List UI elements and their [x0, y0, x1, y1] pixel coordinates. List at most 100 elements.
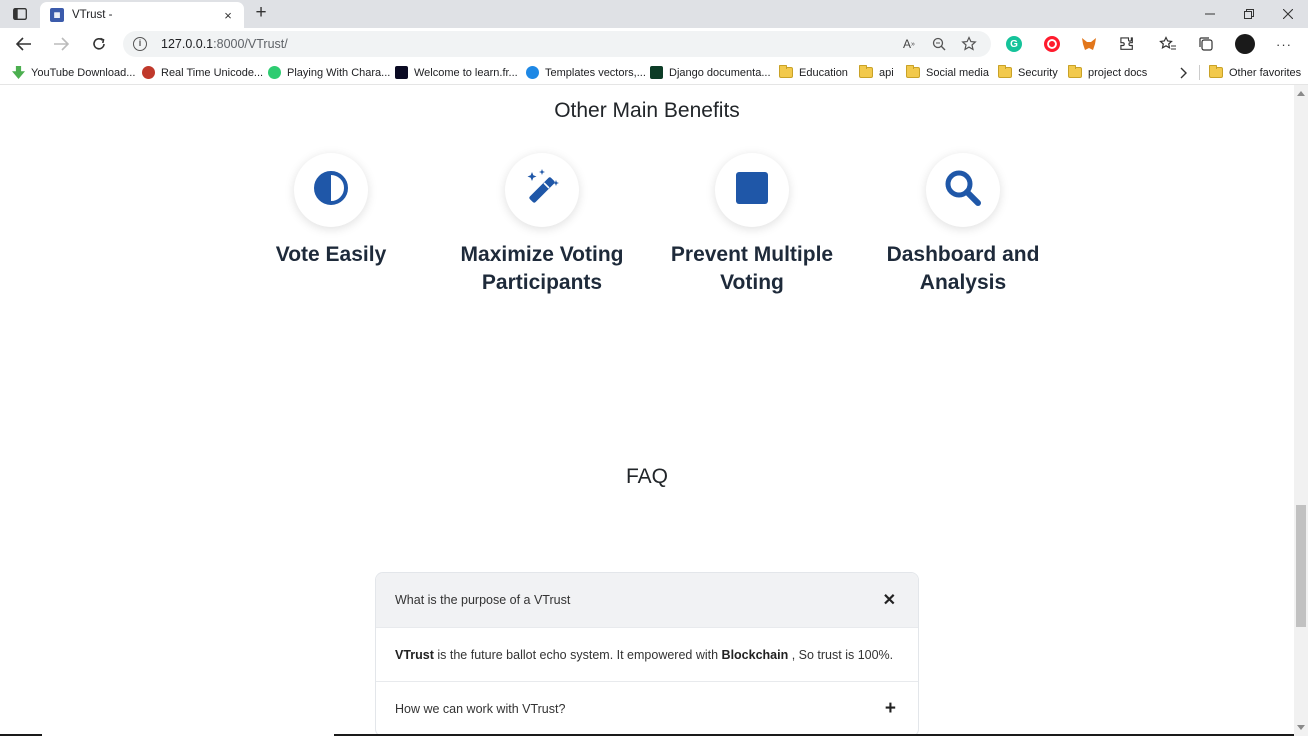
- bookmark-icon: [650, 66, 663, 79]
- scroll-down-icon[interactable]: [1297, 725, 1305, 730]
- faq-question[interactable]: How we can work with VTrust? +: [376, 682, 918, 736]
- url-host: 127.0.0.1: [161, 37, 214, 51]
- bookmark-icon: [142, 66, 155, 79]
- benefit-icon-circle: [715, 153, 789, 227]
- tab-actions-icon[interactable]: [8, 5, 32, 23]
- benefit-card: Vote Easily: [231, 153, 431, 269]
- zoom-icon[interactable]: [927, 34, 951, 54]
- faq-question-text: What is the purpose of a VTrust: [395, 593, 571, 607]
- bookmarks-divider: [1199, 65, 1200, 80]
- faq-question[interactable]: What is the purpose of a VTrust ✕: [376, 573, 918, 627]
- faq-question-text: How we can work with VTrust?: [395, 702, 566, 716]
- tab-title: VTrust -: [72, 9, 113, 21]
- bookmark-item[interactable]: Real Time Unicode...: [142, 64, 263, 81]
- benefit-label-line: Vote Easily: [275, 243, 387, 266]
- faq-answer-text: , So trust is 100%.: [788, 647, 894, 662]
- bookmark-folder[interactable]: Security: [998, 64, 1058, 81]
- benefit-icon-circle: [926, 153, 1000, 227]
- benefit-card: Maximize Voting Participants: [442, 153, 642, 297]
- window-close-icon[interactable]: [1268, 0, 1308, 28]
- faq-answer-strong: VTrust: [395, 647, 434, 662]
- half-circle-icon: [313, 170, 349, 211]
- benefits-title: Other Main Benefits: [554, 99, 740, 122]
- url-field[interactable]: i 127.0.0.1:8000/VTrust/ A»: [123, 31, 991, 57]
- page-content: Other Main Benefits Vote Easily Maximize…: [0, 85, 1294, 736]
- vtrust-favicon-icon: ▦: [50, 8, 64, 22]
- faq-answer-text: is the future ballot echo system. It emp…: [433, 647, 722, 662]
- search-icon: [944, 169, 982, 212]
- close-icon[interactable]: ✕: [883, 590, 896, 610]
- collections-icon[interactable]: [1194, 33, 1218, 55]
- metamask-icon[interactable]: [1077, 33, 1101, 55]
- refresh-icon[interactable]: [86, 33, 112, 55]
- benefit-label: Vote Easily: [231, 241, 431, 269]
- scrollbar-thumb[interactable]: [1296, 505, 1306, 627]
- benefit-icon-circle: [505, 153, 579, 227]
- opera-icon[interactable]: [1040, 33, 1064, 55]
- faq-answer-strong: Blockchain: [721, 647, 789, 662]
- bookmark-label: Education: [799, 66, 848, 79]
- bookmark-label: Security: [1018, 66, 1058, 79]
- benefit-label-line: Dashboard and: [886, 243, 1040, 266]
- bookmark-label: Playing With Chara...: [287, 66, 391, 79]
- bookmark-label: Welcome to learn.fr...: [414, 66, 518, 79]
- bookmark-label: Templates vectors,...: [545, 66, 646, 79]
- bookmark-folder[interactable]: Education: [779, 64, 848, 81]
- bookmark-label: Django documenta...: [669, 66, 771, 79]
- benefit-label-line: Participants: [481, 271, 603, 294]
- folder-icon: [779, 65, 793, 78]
- site-info-icon[interactable]: i: [133, 37, 147, 51]
- bookmark-icon: [268, 66, 281, 79]
- plus-icon[interactable]: +: [885, 698, 896, 720]
- forward-arrow-icon[interactable]: [48, 33, 74, 55]
- grammarly-icon[interactable]: G: [1002, 33, 1026, 55]
- tab-close-icon[interactable]: ×: [220, 8, 236, 23]
- square-icon: [735, 171, 769, 210]
- avatar[interactable]: [1233, 33, 1257, 55]
- bookmark-folder[interactable]: api: [859, 64, 894, 81]
- bookmark-item[interactable]: Django documenta...: [650, 64, 771, 81]
- bookmark-item[interactable]: Welcome to learn.fr...: [395, 64, 518, 81]
- url-path: :8000/VTrust/: [213, 37, 288, 51]
- tab-strip: ▦ VTrust - × +: [0, 0, 1308, 28]
- benefit-label-line: Prevent Multiple: [670, 243, 834, 266]
- bookmark-item[interactable]: Playing With Chara...: [268, 64, 390, 81]
- favorites-icon[interactable]: [1156, 33, 1180, 55]
- benefit-card: Dashboard and Analysis: [863, 153, 1063, 297]
- benefit-icon-circle: [294, 153, 368, 227]
- chevron-right-icon[interactable]: [1180, 64, 1188, 81]
- new-tab-button[interactable]: +: [251, 3, 271, 23]
- benefit-label: Maximize Voting Participants: [442, 241, 642, 297]
- faq-title: FAQ: [625, 465, 668, 488]
- more-menu-icon[interactable]: ···: [1272, 33, 1296, 55]
- scroll-up-icon[interactable]: [1297, 91, 1305, 96]
- benefit-label-line: Maximize Voting: [460, 243, 624, 266]
- faq-accordion: What is the purpose of a VTrust ✕ VTrust…: [375, 572, 919, 736]
- folder-icon: [1209, 65, 1223, 78]
- benefit-card: Prevent Multiple Voting: [652, 153, 852, 297]
- address-bar: i 127.0.0.1:8000/VTrust/ A» G ···: [0, 28, 1308, 60]
- extensions-icon[interactable]: [1115, 33, 1139, 55]
- read-aloud-icon[interactable]: A»: [897, 34, 921, 54]
- bookmark-folder[interactable]: Social media: [906, 64, 989, 81]
- bookmark-label: Social media: [926, 66, 989, 79]
- browser-tab[interactable]: ▦ VTrust - ×: [40, 2, 244, 28]
- folder-icon: [859, 65, 873, 78]
- magic-wand-icon: [522, 168, 562, 213]
- bookmark-item[interactable]: Templates vectors,...: [526, 64, 646, 81]
- vertical-scrollbar[interactable]: [1294, 85, 1308, 736]
- faq-answer: VTrust is the future ballot echo system.…: [376, 627, 918, 682]
- benefit-label-line: Analysis: [919, 271, 1007, 294]
- bookmarks-bar: YouTube Download... Real Time Unicode...…: [0, 60, 1308, 85]
- bookmark-folder[interactable]: project docs: [1068, 64, 1147, 81]
- benefit-label-line: Voting: [720, 271, 784, 294]
- back-arrow-icon[interactable]: [11, 33, 37, 55]
- bookmark-icon: [395, 66, 408, 79]
- other-favorites-folder[interactable]: Other favorites: [1209, 64, 1301, 81]
- benefit-label: Dashboard and Analysis: [863, 241, 1063, 297]
- bookmark-item[interactable]: YouTube Download...: [12, 64, 135, 81]
- restore-icon[interactable]: [1229, 0, 1269, 28]
- favorite-star-icon[interactable]: [957, 34, 981, 54]
- minimize-icon[interactable]: [1190, 0, 1230, 28]
- folder-icon: [998, 65, 1012, 78]
